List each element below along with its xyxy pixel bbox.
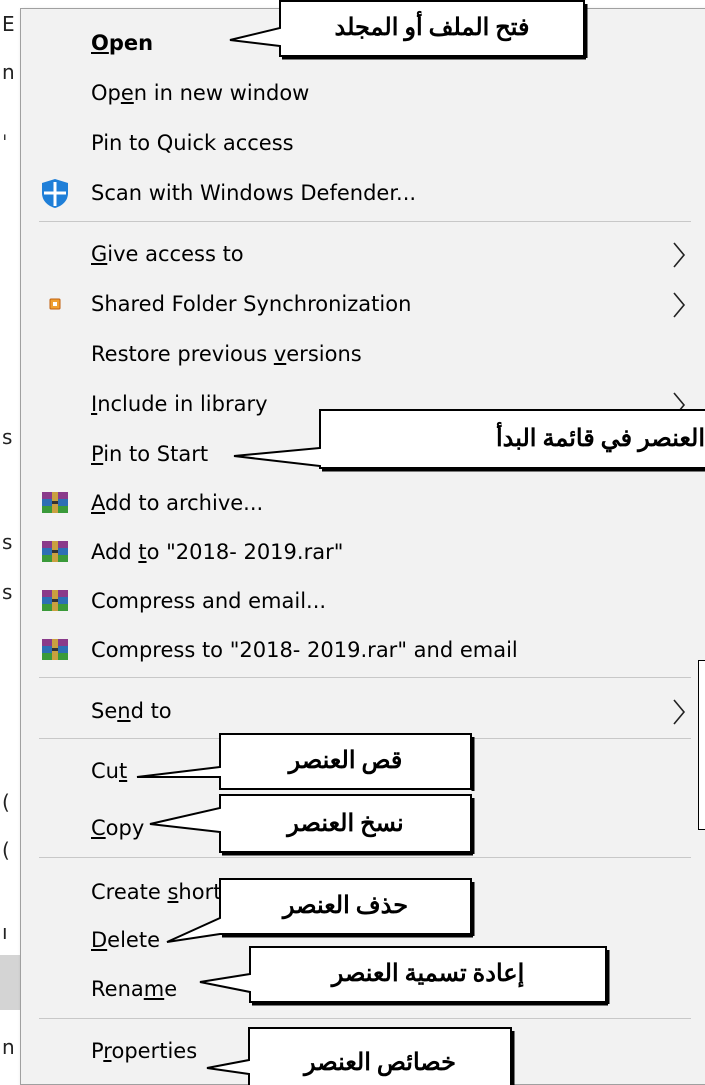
- callout-open: فتح الملف أو المجلد: [228, 0, 588, 60]
- menu-separator: [39, 857, 691, 858]
- menu-item-restore-versions[interactable]: Restore previous versions: [21, 329, 705, 379]
- menu-item-compress-rar-email[interactable]: Compress to "2018- 2019.rar" and email: [21, 625, 705, 675]
- menu-item-label: Compress to "2018- 2019.rar" and email: [91, 638, 518, 662]
- background-char: (: [2, 790, 10, 814]
- menu-item-open-new-window[interactable]: Open in new window: [21, 68, 705, 118]
- menu-separator: [39, 1018, 691, 1019]
- menu-item-label: Pin to Start: [91, 442, 209, 466]
- winrar-icon: [39, 536, 71, 568]
- background-char: n: [2, 60, 15, 84]
- chevron-right-icon: [673, 699, 686, 725]
- callout-delete-text: حذف العنصر: [282, 893, 409, 919]
- callout-rename-text: إعادة تسمية العنصر: [331, 961, 525, 987]
- background-char: ˌ: [2, 118, 8, 142]
- menu-item-label: Open: [91, 31, 154, 55]
- menu-item-label: Properties: [91, 1039, 198, 1063]
- menu-item-label: Pin to Quick access: [91, 131, 294, 155]
- windows-defender-icon: [39, 177, 71, 209]
- menu-item-add-archive[interactable]: Add to archive...: [21, 478, 705, 528]
- background-char: s: [2, 530, 13, 554]
- menu-separator: [39, 221, 691, 222]
- callout-copy-text: نسخ العنصر: [287, 811, 404, 837]
- background-char: E: [2, 12, 15, 36]
- menu-item-label: Rename: [91, 977, 178, 1001]
- callout-cut-text: قص العنصر: [288, 748, 403, 774]
- menu-item-label: Give access to: [91, 242, 244, 266]
- chevron-right-icon: [673, 292, 686, 318]
- menu-item-compress-email[interactable]: Compress and email...: [21, 576, 705, 626]
- callout-properties: خصائص العنصر: [205, 1026, 515, 1085]
- background-dialog-edge: [698, 660, 705, 830]
- background-char: n: [2, 1035, 15, 1059]
- background-char: s: [2, 580, 13, 604]
- background-char: s: [2, 425, 13, 449]
- chevron-right-icon: [673, 242, 686, 268]
- menu-item-label: Cut: [91, 759, 128, 783]
- menu-item-pin-quick-access[interactable]: Pin to Quick access: [21, 118, 705, 168]
- menu-item-label: Compress and email...: [91, 589, 327, 613]
- menu-item-label: Add to "2018- 2019.rar": [91, 540, 344, 564]
- shared-folder-sync-icon: [39, 288, 71, 320]
- callout-pin-start-text: العنصر في قائمة البدأ: [495, 426, 705, 452]
- menu-separator: [39, 677, 691, 678]
- menu-item-give-access[interactable]: Give access to: [21, 229, 705, 279]
- menu-item-shared-folder-sync[interactable]: Shared Folder Synchronization: [21, 279, 705, 329]
- winrar-icon: [39, 634, 71, 666]
- winrar-icon: [39, 487, 71, 519]
- menu-item-scan-defender[interactable]: Scan with Windows Defender...: [21, 168, 705, 218]
- background-char: ı: [2, 920, 8, 944]
- menu-item-add-rar[interactable]: Add to "2018- 2019.rar": [21, 527, 705, 577]
- background-char: (: [2, 838, 10, 862]
- background-panel: [0, 955, 20, 1010]
- callout-open-text: فتح الملف أو المجلد: [334, 15, 530, 41]
- menu-item-label: Add to archive...: [91, 491, 264, 515]
- menu-item-label: Scan with Windows Defender...: [91, 181, 417, 205]
- callout-cut: قص العنصر: [135, 733, 475, 793]
- callout-copy: نسخ العنصر: [148, 794, 475, 856]
- menu-item-label: Shared Folder Synchronization: [91, 292, 412, 316]
- menu-item-send-to[interactable]: Send to: [21, 686, 705, 736]
- menu-item-label: Send to: [91, 699, 172, 723]
- callout-delete: حذف العنصر: [165, 878, 475, 946]
- winrar-icon: [39, 585, 71, 617]
- callout-pin-start: العنصر في قائمة البدأ: [232, 408, 705, 473]
- menu-item-label: Delete: [91, 928, 160, 952]
- menu-item-label: Copy: [91, 816, 145, 840]
- menu-item-label: Restore previous versions: [91, 342, 362, 366]
- callout-properties-text: خصائص العنصر: [304, 1050, 456, 1076]
- menu-item-label: Open in new window: [91, 81, 310, 105]
- callout-rename: إعادة تسمية العنصر: [198, 946, 610, 1012]
